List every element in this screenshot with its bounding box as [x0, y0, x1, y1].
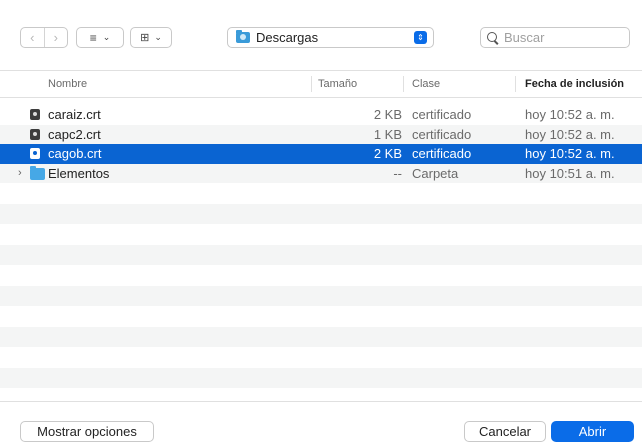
- file-kind: certificado: [412, 146, 472, 161]
- row-stripe: [0, 368, 642, 388]
- row-stripe: [0, 245, 642, 265]
- chevron-down-icon: ⌄: [154, 32, 162, 42]
- group-view-button[interactable]: ⊞ ⌄: [130, 27, 172, 48]
- file-size: 1 KB: [373, 126, 402, 142]
- file-size: 2 KB: [373, 146, 402, 161]
- updown-stepper-icon: ⇕: [414, 31, 427, 44]
- column-divider: [515, 76, 516, 92]
- certificate-icon: [30, 148, 40, 159]
- column-divider: [311, 76, 312, 92]
- file-size: 2 KB: [373, 107, 402, 122]
- column-name[interactable]: Nombre: [48, 71, 87, 97]
- file-row[interactable]: capc2.crt 1 KB certificado hoy 10:52 a. …: [0, 124, 642, 144]
- search-input[interactable]: [504, 30, 619, 45]
- search-icon: [487, 31, 499, 44]
- disclosure-triangle-icon[interactable]: ›: [18, 164, 22, 184]
- file-list: caraiz.crt 2 KB certificado hoy 10:52 a.…: [0, 105, 642, 183]
- folder-name: Elementos: [48, 165, 110, 181]
- row-stripe: [0, 286, 642, 306]
- cancel-button[interactable]: Cancelar: [464, 421, 546, 442]
- forward-button[interactable]: ›: [45, 28, 68, 47]
- chevron-right-icon: ›: [53, 30, 58, 45]
- chevron-left-icon: ‹: [30, 30, 35, 45]
- grid-view-icon: ⊞: [140, 32, 150, 44]
- certificate-icon: [30, 128, 40, 140]
- location-label: Descargas: [256, 30, 319, 45]
- list-view-icon: ≡: [89, 30, 97, 45]
- column-kind[interactable]: Clase: [412, 71, 440, 97]
- file-kind: certificado: [412, 107, 472, 122]
- file-date: hoy 10:52 a. m.: [525, 146, 615, 161]
- file-name: caraiz.crt: [48, 107, 101, 122]
- row-stripe: [0, 327, 642, 347]
- navigation-buttons: ‹ ›: [20, 27, 68, 48]
- downloads-folder-icon: [236, 30, 250, 43]
- column-size[interactable]: Tamaño: [318, 71, 357, 97]
- folder-size: --: [393, 165, 402, 181]
- file-row[interactable]: caraiz.crt 2 KB certificado hoy 10:52 a.…: [0, 105, 642, 125]
- folder-row[interactable]: › Elementos -- Carpeta hoy 10:51 a. m.: [0, 163, 642, 184]
- back-button[interactable]: ‹: [21, 28, 44, 47]
- location-popup[interactable]: Descargas ⇕: [227, 27, 434, 48]
- file-date: hoy 10:52 a. m.: [525, 126, 615, 142]
- folder-date: hoy 10:51 a. m.: [525, 165, 615, 181]
- file-name: capc2.crt: [48, 126, 101, 142]
- file-kind: certificado: [412, 126, 472, 142]
- column-date-added[interactable]: Fecha de inclusión: [525, 71, 624, 97]
- chevron-down-icon: ⌄: [102, 32, 111, 42]
- folder-icon: [30, 165, 45, 180]
- row-stripe: [0, 204, 642, 224]
- list-view-button[interactable]: ≡ ⌄: [76, 27, 124, 48]
- show-options-button[interactable]: Mostrar opciones: [20, 421, 154, 442]
- file-row-selected[interactable]: cagob.crt 2 KB certificado hoy 10:52 a. …: [0, 144, 642, 164]
- toolbar: ‹ › ≡ ⌄ ⊞ ⌄ Descargas ⇕: [0, 0, 642, 70]
- folder-kind: Carpeta: [412, 165, 459, 181]
- column-header: Nombre Tamaño Clase Fecha de inclusión: [0, 70, 642, 98]
- empty-list-area: [0, 184, 642, 396]
- dialog-footer: Mostrar opciones Cancelar Abrir: [0, 401, 642, 444]
- search-field[interactable]: [480, 27, 630, 48]
- file-name: cagob.crt: [48, 146, 102, 161]
- certificate-icon: [30, 109, 40, 120]
- file-date: hoy 10:52 a. m.: [525, 107, 615, 122]
- column-divider: [403, 76, 404, 92]
- open-button[interactable]: Abrir: [551, 421, 634, 442]
